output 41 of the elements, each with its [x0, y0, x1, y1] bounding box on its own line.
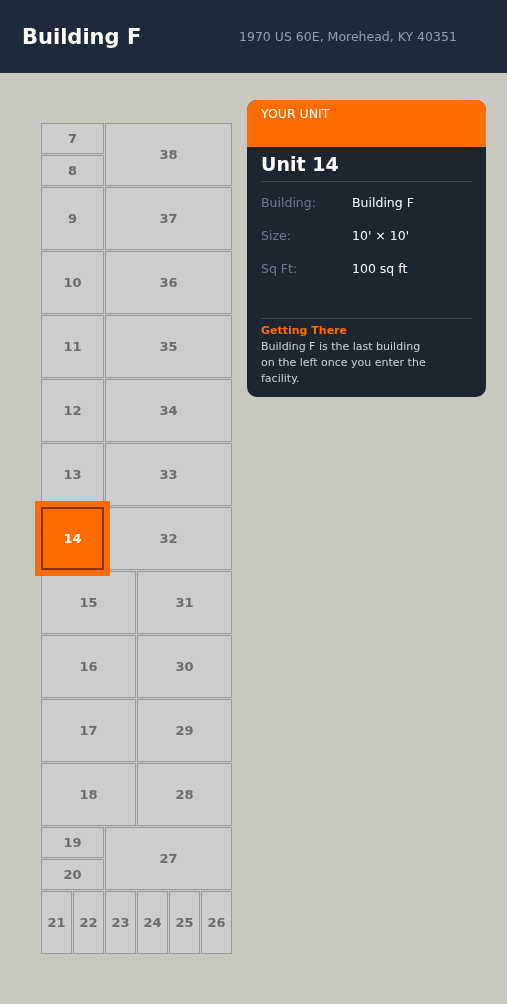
- storage-unit[interactable]: 34: [105, 379, 232, 442]
- storage-unit[interactable]: 37: [105, 187, 232, 250]
- storage-unit[interactable]: 31: [137, 571, 232, 634]
- storage-unit[interactable]: 33: [105, 443, 232, 506]
- storage-unit[interactable]: 25: [169, 891, 200, 954]
- storage-unit[interactable]: 27: [105, 827, 232, 890]
- detail-value: 10' × 10': [352, 228, 411, 243]
- address: 1970 US 60E, Morehead, KY 40351: [239, 29, 457, 44]
- storage-unit[interactable]: 11: [41, 315, 104, 378]
- storage-unit[interactable]: 16: [41, 635, 136, 698]
- storage-unit[interactable]: 36: [105, 251, 232, 314]
- detail-value: Building F: [352, 195, 415, 210]
- storage-unit[interactable]: 22: [73, 891, 104, 954]
- storage-unit[interactable]: 7: [41, 123, 104, 154]
- storage-unit[interactable]: 12: [41, 379, 104, 442]
- storage-unit[interactable]: 29: [137, 699, 232, 762]
- storage-unit[interactable]: 38: [105, 123, 232, 186]
- storage-unit[interactable]: 35: [105, 315, 232, 378]
- storage-unit[interactable]: 19: [41, 827, 104, 858]
- directions-text: Building F is the last building on the left once you enter the facility.: [261, 339, 427, 387]
- storage-unit[interactable]: 28: [137, 763, 232, 826]
- storage-unit[interactable]: 21: [41, 891, 72, 954]
- detail-label: Size:: [261, 228, 292, 243]
- storage-unit[interactable]: 8: [41, 155, 104, 186]
- storage-unit[interactable]: 9: [41, 187, 104, 250]
- storage-unit[interactable]: 15: [41, 571, 136, 634]
- storage-unit[interactable]: 10: [41, 251, 104, 314]
- building-title: Building F: [22, 24, 143, 49]
- storage-unit[interactable]: 24: [137, 891, 168, 954]
- detail-label: Sq Ft:: [261, 261, 299, 276]
- storage-unit[interactable]: 23: [105, 891, 136, 954]
- unit-title: Unit 14: [261, 153, 472, 182]
- directions-title: Getting There: [261, 324, 348, 337]
- storage-unit[interactable]: 20: [41, 859, 104, 890]
- storage-unit[interactable]: 18: [41, 763, 136, 826]
- detail-label: Building:: [261, 195, 317, 210]
- storage-unit[interactable]: 26: [201, 891, 232, 954]
- storage-unit[interactable]: 17: [41, 699, 136, 762]
- detail-value: 100 sq ft: [352, 261, 409, 276]
- storage-unit[interactable]: 30: [137, 635, 232, 698]
- card-eyebrow: YOUR UNIT: [247, 100, 486, 147]
